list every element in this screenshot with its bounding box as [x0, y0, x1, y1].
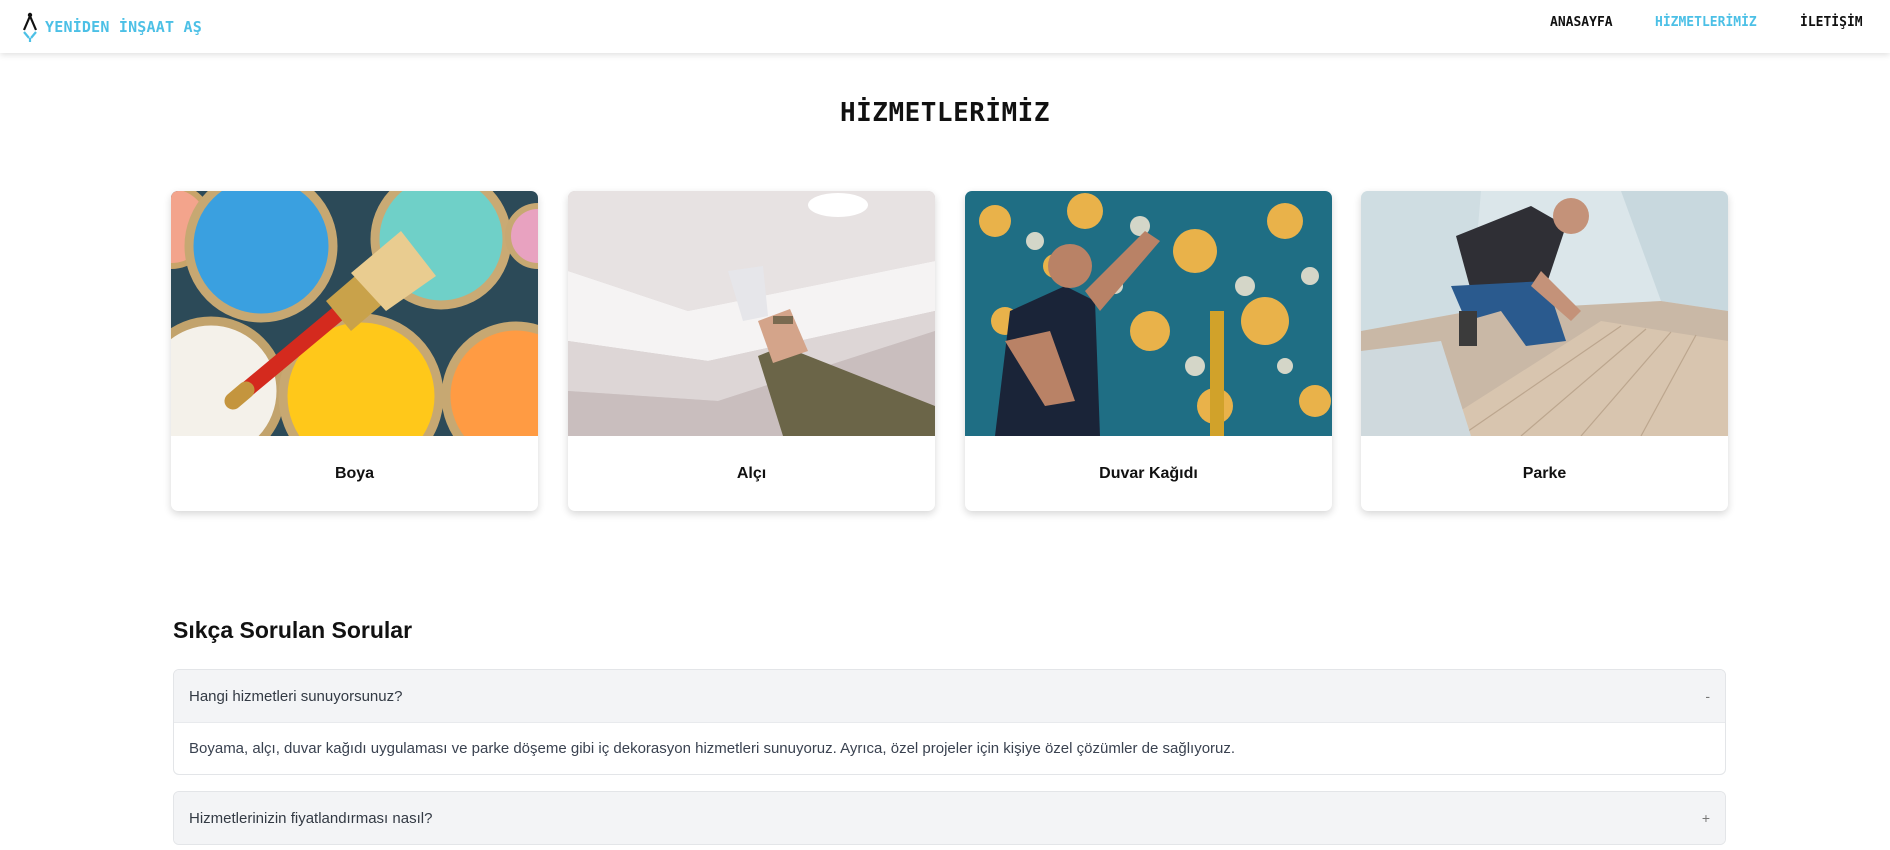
- brand-name: YENİDEN İNŞAAT AŞ: [45, 18, 202, 36]
- collapse-icon: -: [1705, 688, 1710, 704]
- plaster-ceiling-photo: [568, 191, 935, 436]
- expand-icon: +: [1701, 810, 1710, 826]
- service-label: Alçı: [736, 465, 767, 482]
- faq-item: Hangi hizmetleri sunuyorsunuz? - Boyama,…: [173, 669, 1726, 775]
- nav-link-anasayfa[interactable]: ANASAYFA: [1550, 15, 1613, 30]
- faq-question-toggle[interactable]: Hizmetlerinizin fiyatlandırması nasıl? +: [174, 792, 1725, 844]
- service-label: Boya: [334, 465, 375, 482]
- faq-answer: Boyama, alçı, duvar kağıdı uygulaması ve…: [174, 722, 1725, 774]
- faq-question: Hizmetlerinizin fiyatlandırması nasıl?: [189, 809, 433, 827]
- service-label: Parke: [1522, 465, 1567, 482]
- navbar: YENİDEN İNŞAAT AŞ ANASAYFA HİZMETLERİMİZ…: [0, 0, 1890, 53]
- service-card-boya[interactable]: Boya: [171, 191, 538, 511]
- faq-question: Hangi hizmetleri sunuyorsunuz?: [189, 687, 403, 705]
- service-card-duvar-kagidi[interactable]: Duvar Kağıdı: [965, 191, 1332, 511]
- wallpaper-hanging-photo: [965, 191, 1332, 436]
- faq-heading: Sıkça Sorulan Sorular: [173, 617, 413, 643]
- paint-cans-photo: [171, 191, 538, 436]
- compass-icon: [22, 12, 38, 42]
- faq-answer-text: Boyama, alçı, duvar kağıdı uygulaması ve…: [189, 740, 1236, 757]
- page-title: HİZMETLERİMİZ: [840, 98, 1050, 128]
- service-label: Duvar Kağıdı: [1099, 465, 1198, 482]
- faq-item: Hizmetlerinizin fiyatlandırması nasıl? +: [173, 791, 1726, 845]
- faq-question-toggle[interactable]: Hangi hizmetleri sunuyorsunuz? -: [174, 670, 1725, 722]
- parquet-flooring-photo: [1361, 191, 1728, 436]
- nav-link-iletisim[interactable]: İLETİŞİM: [1800, 15, 1863, 30]
- service-card-parke[interactable]: Parke: [1361, 191, 1728, 511]
- service-card-alci[interactable]: Alçı: [568, 191, 935, 511]
- brand-logo-link[interactable]: YENİDEN İNŞAAT AŞ: [22, 8, 202, 46]
- nav-link-hizmetlerimiz[interactable]: HİZMETLERİMİZ: [1655, 15, 1757, 30]
